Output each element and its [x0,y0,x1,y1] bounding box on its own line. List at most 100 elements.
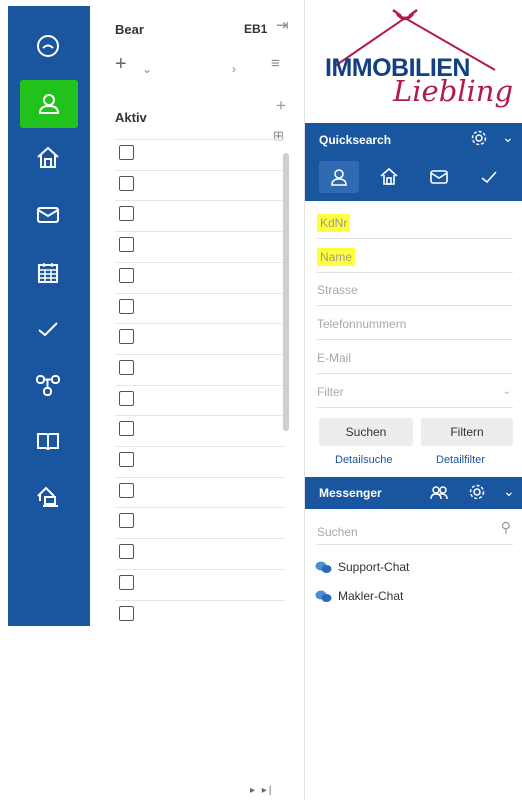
quicksearch-field[interactable]: Filter ⌄ [317,374,513,408]
messenger-header: Messenger ⌄ [305,477,522,509]
column-header-active[interactable]: Aktiv [115,110,147,125]
table-row[interactable] [115,169,285,200]
row-checkbox[interactable] [119,605,134,621]
detail-filter-link[interactable]: Detailfilter [436,454,485,466]
app-window: Bear EB1 ⇥ + ⌄ › ≡ + Aktiv ⊞ ▸ ▸| IMMOBI… [0,0,522,800]
calendar-icon [38,263,58,283]
gear-icon[interactable] [468,483,486,501]
table-row[interactable] [115,231,285,261]
table-row[interactable] [115,415,285,445]
collapse-chevron-icon[interactable]: ⌄ [502,129,514,146]
row-checkbox[interactable] [119,329,134,345]
search-icon[interactable]: ⚲ [501,519,511,536]
chat-bubbles-icon [315,590,332,602]
network-icon [36,375,60,396]
table-row[interactable] [115,384,285,415]
row-checkbox[interactable] [119,482,134,498]
detail-search-link[interactable]: Detailsuche [335,454,392,466]
row-checkbox[interactable] [119,359,134,375]
users-icon[interactable] [429,483,449,503]
table-row[interactable] [115,538,285,568]
quicksearch-field[interactable]: E-Mail [317,340,513,374]
row-checkbox[interactable] [119,421,134,437]
add-column-icon[interactable]: + [276,96,286,116]
row-checkbox[interactable] [119,390,134,406]
messenger-search-input[interactable]: Suchen ⚲ [317,515,513,545]
table-row[interactable] [115,353,285,384]
table-row[interactable] [115,323,285,353]
table-row[interactable] [115,568,285,599]
row-checkbox[interactable] [119,298,134,314]
row-checkbox[interactable] [119,237,134,253]
messenger-title: Messenger [319,486,382,500]
field-placeholder: Telefonnummern [317,317,407,332]
list-tab-label[interactable]: EB1 [244,22,267,36]
right-sidebar: IMMOBILIEN Liebling Quicksearch ⌄ KdNr N… [304,0,522,800]
tab-mail[interactable] [419,161,459,193]
quicksearch-field[interactable]: Name [317,239,513,273]
tab-tasks[interactable] [469,161,509,193]
nav-dashboard[interactable] [22,24,74,68]
nav-mail[interactable] [22,193,74,237]
row-checkbox[interactable] [119,206,134,222]
chat-item[interactable]: Makler-Chat [315,589,403,603]
gear-icon[interactable] [470,129,488,147]
table-row[interactable] [115,507,285,537]
nav-workflow[interactable] [22,363,74,407]
filter-button[interactable]: Filtern [421,418,513,446]
logo-script: Liebling [393,74,514,108]
vertical-scrollbar[interactable] [283,153,289,431]
table-row[interactable] [115,599,285,630]
check-icon [38,322,58,337]
book-icon [37,433,59,451]
table-row[interactable] [115,200,285,230]
quicksearch-field[interactable]: KdNr [317,205,513,239]
dropdown-chevron-icon[interactable]: ⌄ [142,62,152,76]
table-row[interactable] [115,446,285,476]
row-checkbox[interactable] [119,544,134,560]
row-checkbox[interactable] [119,452,134,467]
nav-library[interactable] [22,419,74,463]
field-placeholder: Filter [317,384,344,399]
chat-item-label: Support-Chat [338,560,410,574]
row-checkbox[interactable] [119,175,134,191]
home-icon [37,146,59,168]
field-placeholder: E-Mail [317,350,352,365]
table-row[interactable] [115,261,285,292]
tab-properties[interactable] [369,161,409,193]
home-icon [380,167,398,185]
dropdown-chevron-icon[interactable]: ⌄ [503,386,511,397]
scroll-end-icon[interactable]: ▸ ▸| [250,785,273,796]
nav-portal[interactable] [22,475,74,519]
tab-contacts[interactable] [319,161,359,193]
chat-item[interactable]: Support-Chat [315,560,409,574]
nav-tasks[interactable] [22,307,74,351]
nav-properties[interactable] [22,136,74,180]
search-button[interactable]: Suchen [319,418,413,446]
brand-logo: IMMOBILIEN Liebling [305,6,522,108]
row-checkbox[interactable] [119,145,134,160]
house-laptop-icon [37,486,58,507]
menu-icon[interactable]: ≡ [271,55,280,72]
quicksearch-field[interactable]: Telefonnummern [317,306,513,341]
contact-list-panel: Bear EB1 ⇥ + ⌄ › ≡ + Aktiv ⊞ ▸ ▸| [90,0,305,800]
table-row[interactable] [115,476,285,507]
table-row[interactable] [115,139,285,169]
mail-icon [430,170,448,184]
table-row[interactable] [115,292,285,323]
nav-calendar[interactable] [22,251,74,295]
row-checkbox[interactable] [119,574,134,590]
row-checkbox[interactable] [119,513,134,529]
quicksearch-title: Quicksearch [319,133,392,147]
row-checkbox[interactable] [119,267,134,283]
list-title: Bear [115,22,144,37]
quicksearch-field[interactable]: Strasse [317,272,513,307]
quicksearch-header: Quicksearch ⌄ [305,123,522,201]
add-icon[interactable]: + [115,53,127,76]
person-icon [331,169,347,186]
person-icon [38,94,60,114]
exit-icon[interactable]: ⇥ [276,16,289,34]
chevron-right-icon[interactable]: › [232,62,236,76]
collapse-chevron-icon[interactable]: ⌄ [503,483,515,500]
nav-contacts[interactable] [20,80,78,128]
